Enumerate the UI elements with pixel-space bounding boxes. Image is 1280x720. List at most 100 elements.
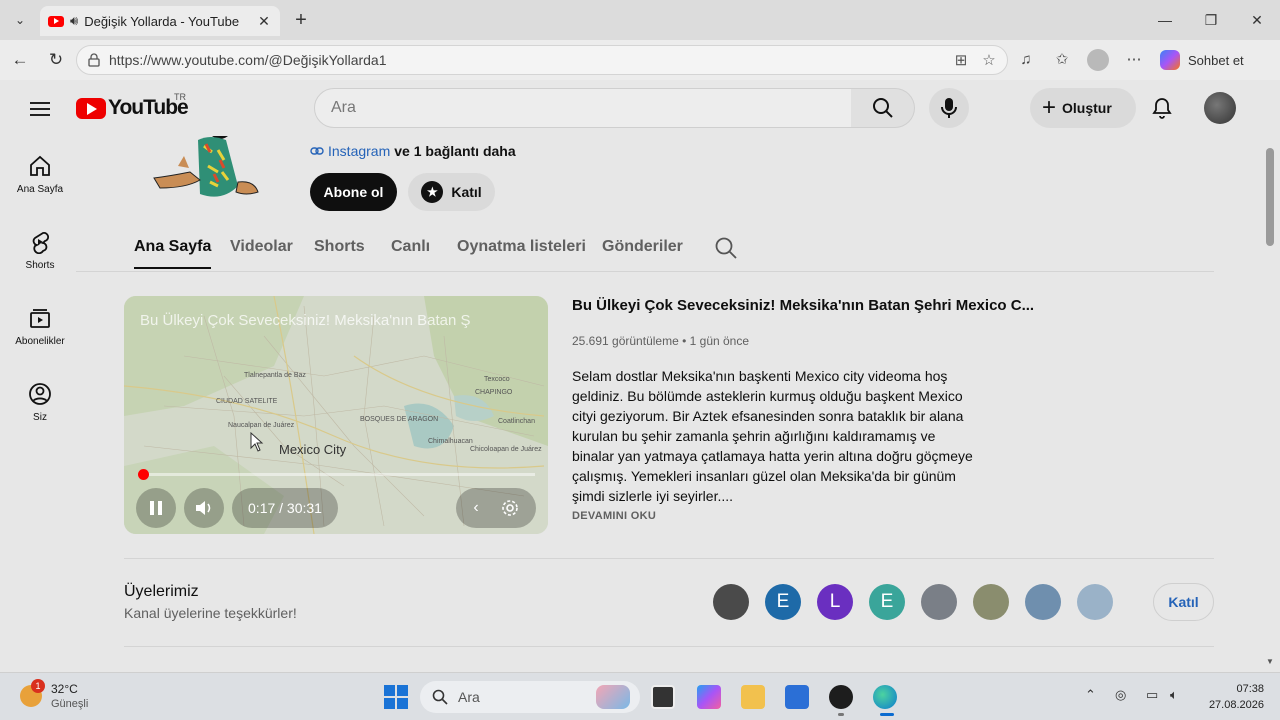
member-avatar[interactable] — [921, 584, 957, 620]
search-input[interactable]: Ara — [314, 88, 852, 128]
favorites-icon[interactable]: ✩ — [1051, 49, 1073, 71]
file-explorer-icon[interactable] — [741, 685, 765, 709]
edge-browser-icon[interactable] — [873, 685, 897, 709]
create-button[interactable]: + Oluştur — [1030, 88, 1136, 128]
menu-icon[interactable] — [28, 98, 52, 118]
member-avatar[interactable] — [973, 584, 1009, 620]
mute-button[interactable] — [184, 488, 224, 528]
network-globe-icon[interactable]: ◎ — [1115, 687, 1126, 703]
map-label: BOSQUES DE ARAGON — [360, 416, 439, 423]
flamingo-widget-icon[interactable] — [596, 685, 630, 709]
task-view-icon[interactable] — [651, 685, 675, 709]
nav-home[interactable]: Ana Sayfa — [0, 136, 80, 212]
weather-temperature[interactable]: 32°C — [51, 682, 78, 696]
notifications-bell-icon[interactable] — [1150, 96, 1174, 120]
browser-tab[interactable]: 🔊︎ Değişik Yollarda - YouTube ✕ — [40, 6, 280, 36]
channel-links: Instagram ve 1 bağlantı daha — [310, 143, 516, 159]
channel-avatar-illustration — [153, 136, 259, 197]
tab-live[interactable]: Canlı — [391, 238, 430, 256]
pause-button[interactable] — [136, 488, 176, 528]
member-avatar[interactable] — [1025, 584, 1061, 620]
nav-subscriptions[interactable]: Abonelikler — [0, 288, 80, 364]
plus-icon: + — [1042, 94, 1057, 121]
map-label: Chicoloapan de Juárez — [470, 446, 542, 453]
windows-taskbar: 1 32°C Güneşli Ara ⌃ ◎ ▭ 🔈︎ 07:38 27.08.… — [0, 672, 1280, 720]
member-avatar[interactable]: E — [869, 584, 905, 620]
scroll-down-arrow-icon[interactable]: ▼ — [1266, 657, 1274, 666]
more-links[interactable]: ve 1 bağlantı daha — [394, 143, 515, 159]
clock-date: 27.08.2026 — [1208, 699, 1264, 711]
restore-button[interactable]: ❐ — [1188, 8, 1234, 32]
tab-home[interactable]: Ana Sayfa — [134, 238, 212, 269]
members-join-button[interactable]: Katıl — [1153, 583, 1214, 621]
profile-avatar[interactable] — [1087, 49, 1109, 71]
youtube-logo[interactable]: YouTube TR — [76, 92, 189, 120]
member-avatar[interactable] — [1077, 584, 1113, 620]
favorite-star-icon[interactable]: ☆ — [979, 51, 999, 71]
member-avatar[interactable]: E — [765, 584, 801, 620]
time-display: 0:17 / 30:31 — [232, 488, 338, 528]
nav-you[interactable]: Siz — [0, 364, 80, 440]
speaker-icon[interactable]: 🔊︎ — [70, 13, 78, 29]
featured-video-player[interactable]: Bu Ülkeyi Çok Seveceksiniz! Meksika'nın … — [124, 296, 548, 534]
address-bar-row: ← ↻ https://www.youtube.com/@DeğişikYoll… — [0, 40, 1280, 80]
system-clock[interactable]: 07:38 27.08.2026 — [1200, 681, 1264, 713]
voice-search-button[interactable] — [929, 88, 969, 128]
chevron-left-icon[interactable]: ‹ — [473, 499, 478, 517]
start-button[interactable] — [384, 685, 408, 709]
taskbar-search-placeholder: Ara — [458, 689, 480, 705]
site-info-icon[interactable] — [87, 53, 101, 67]
read-more-link[interactable]: DEVAMINI OKU — [572, 510, 656, 522]
tab-videos[interactable]: Videolar — [230, 238, 293, 256]
tab-playlists[interactable]: Oynatma listeleri — [457, 238, 586, 256]
tab-posts[interactable]: Gönderiler — [602, 238, 683, 256]
nav-shorts[interactable]: Shorts — [0, 212, 80, 288]
search-placeholder: Ara — [331, 99, 356, 116]
tray-overflow-icon[interactable]: ⌃ — [1085, 687, 1096, 703]
refresh-button[interactable]: ↻ — [44, 48, 68, 72]
display-icon[interactable]: ▭ — [1146, 687, 1158, 703]
instagram-link[interactable]: Instagram — [328, 143, 390, 159]
youtube-page: YouTube TR Ara + Oluştur Ana Sayfa Short… — [0, 80, 1280, 672]
youtube-favicon-icon — [48, 15, 64, 27]
page-scrollbar[interactable]: ▼ — [1262, 136, 1280, 672]
account-avatar[interactable] — [1204, 92, 1236, 124]
progress-scrubber[interactable] — [137, 469, 149, 480]
video-title[interactable]: Bu Ülkeyi Çok Seveceksiniz! Meksika'nın … — [572, 297, 1034, 314]
more-menu-icon[interactable]: ⋯ — [1123, 49, 1145, 71]
member-avatar[interactable] — [713, 584, 749, 620]
upload-age: 1 gün önce — [689, 334, 750, 348]
copilot-label: Sohbet et — [1188, 52, 1244, 68]
microsoft-365-icon[interactable] — [697, 685, 721, 709]
map-label: Chimalhuacan — [428, 438, 473, 445]
create-label: Oluştur — [1062, 100, 1112, 116]
you-icon — [29, 383, 51, 405]
video-progress-bar[interactable] — [137, 469, 535, 480]
settings-gear-icon[interactable] — [501, 499, 519, 517]
scrollbar-thumb[interactable] — [1266, 148, 1274, 246]
video-metadata: 25.691 görüntüleme • 1 gün önce — [572, 334, 749, 348]
member-avatar[interactable]: L — [817, 584, 853, 620]
channel-search-icon[interactable] — [714, 236, 738, 260]
subscribe-button[interactable]: Abone ol — [310, 173, 397, 211]
join-button[interactable]: ★ Katıl — [408, 173, 495, 211]
copilot-button[interactable]: Sohbet et — [1160, 48, 1270, 72]
obs-studio-icon[interactable] — [829, 685, 853, 709]
search-button[interactable] — [851, 88, 915, 128]
back-button[interactable]: ← — [8, 48, 32, 72]
nav-subscriptions-label: Abonelikler — [15, 336, 65, 347]
media-control-icon[interactable]: ♫ — [1015, 49, 1037, 71]
app-available-icon[interactable]: ⊞ — [951, 51, 971, 71]
tab-close-icon[interactable]: ✕ — [254, 13, 274, 30]
subscriptions-icon — [30, 309, 50, 328]
microsoft-store-icon[interactable] — [785, 685, 809, 709]
tab-shorts[interactable]: Shorts — [314, 238, 365, 256]
minimize-button[interactable]: — — [1142, 8, 1188, 32]
close-window-button[interactable]: ✕ — [1234, 8, 1280, 32]
join-label: Katıl — [451, 184, 482, 200]
new-tab-button[interactable]: + — [290, 8, 312, 32]
tab-actions-chevron-icon[interactable]: ⌄ — [8, 9, 32, 31]
volume-tray-icon[interactable]: 🔈︎ — [1170, 687, 1178, 703]
url-field[interactable]: https://www.youtube.com/@DeğişikYollarda… — [76, 45, 1008, 75]
weather-condition[interactable]: Güneşli — [51, 698, 88, 710]
